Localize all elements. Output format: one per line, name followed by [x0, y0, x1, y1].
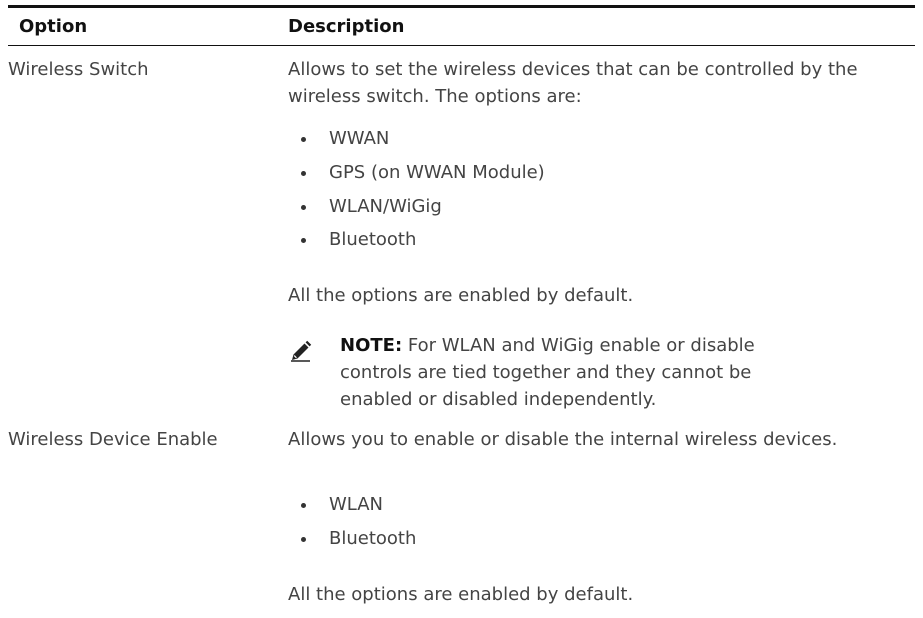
table-header-rule	[8, 45, 915, 46]
bullet-icon	[301, 205, 306, 210]
list-item-label: WLAN/WiGig	[329, 196, 442, 217]
option-description: Allows to set the wireless devices that …	[288, 59, 858, 107]
column-header-description: Description	[288, 16, 405, 37]
list-item-label: WWAN	[329, 128, 390, 149]
option-name: Wireless Device Enable	[8, 429, 218, 450]
default-note-text: All the options are enabled by default.	[288, 285, 634, 306]
table-top-rule	[8, 5, 915, 8]
document-page: Option Description Wireless Switch Allow…	[0, 0, 923, 618]
note-text: For WLAN and WiGig enable or disable con…	[340, 335, 755, 410]
column-header-option: Option	[19, 16, 88, 37]
bullet-icon	[301, 503, 306, 508]
option-name: Wireless Switch	[8, 59, 149, 80]
bullet-icon	[301, 137, 306, 142]
bullet-icon	[301, 537, 306, 542]
note-box: NOTE: For WLAN and WiGig enable or disab…	[340, 332, 810, 413]
note-label: NOTE:	[340, 335, 403, 356]
pencil-note-icon	[290, 340, 312, 362]
bullet-icon	[301, 238, 306, 243]
default-note-text: All the options are enabled by default.	[288, 584, 634, 605]
list-item-label: Bluetooth	[329, 528, 417, 549]
bullet-icon	[301, 171, 306, 176]
list-item-label: Bluetooth	[329, 229, 417, 250]
option-description: Allows you to enable or disable the inte…	[288, 429, 838, 450]
list-item-label: WLAN	[329, 494, 384, 515]
list-item-label: GPS (on WWAN Module)	[329, 162, 545, 183]
